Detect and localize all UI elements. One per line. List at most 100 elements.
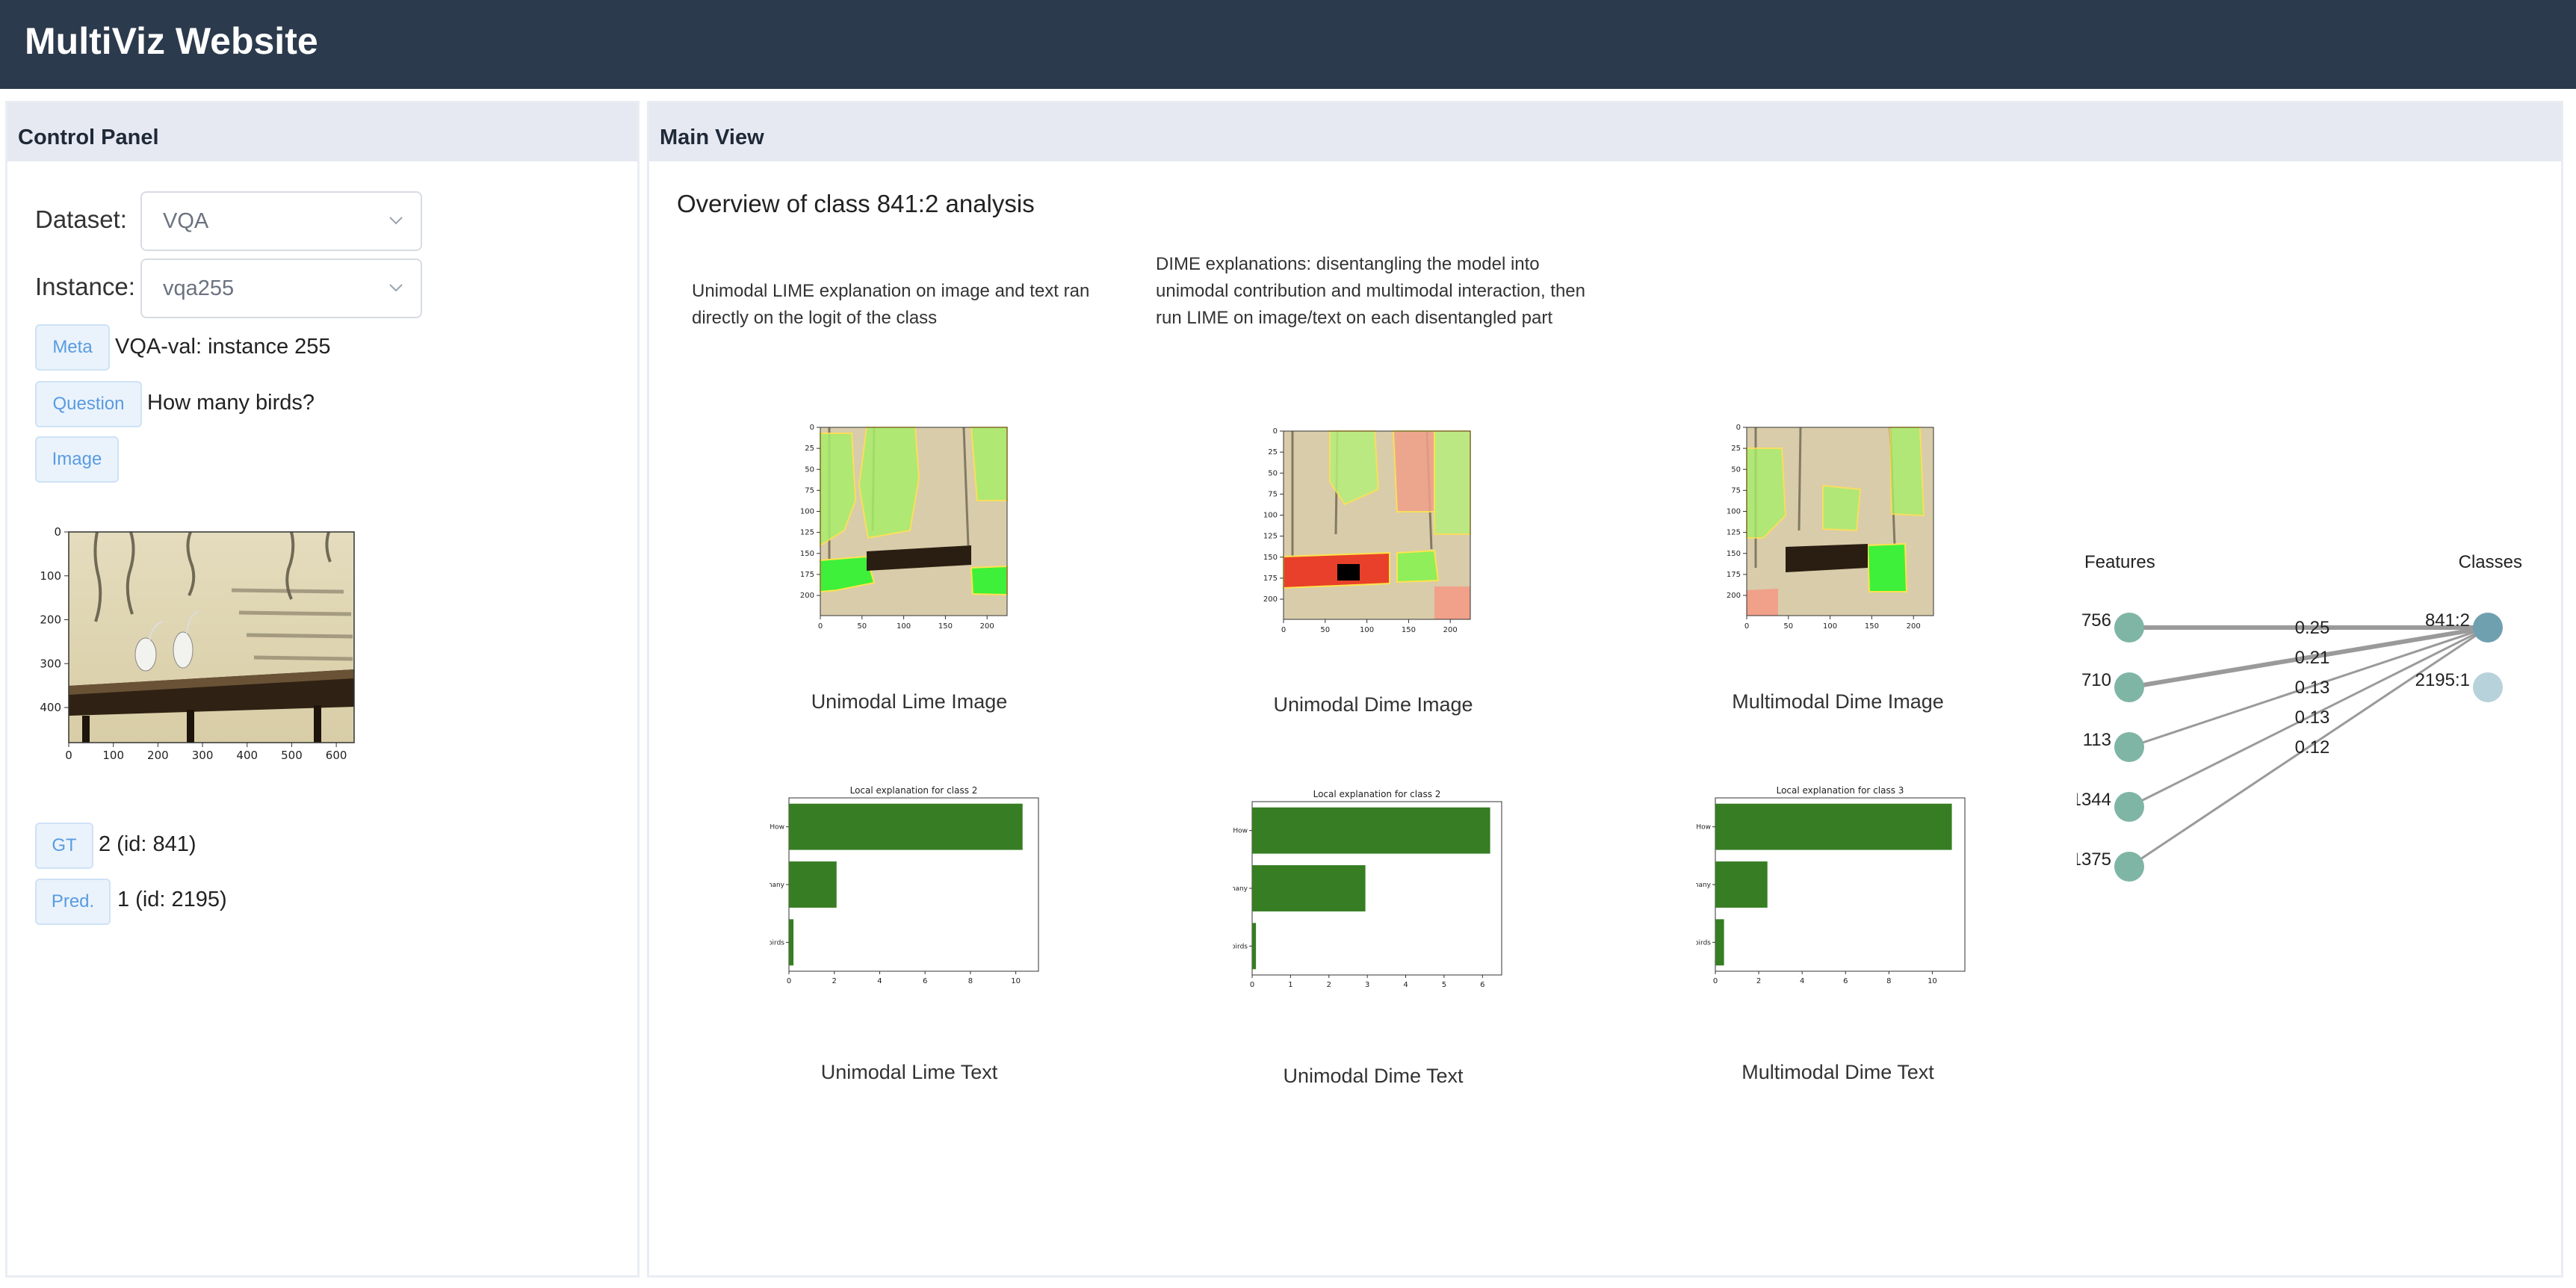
input-image-plot: 0 100 200 300 400 500 600 0 100 200 300 400	[40, 525, 355, 762]
heatmap-y-tick-label: 200	[1727, 592, 1741, 600]
heatmap-y-tick-label: 150	[1263, 554, 1278, 562]
chart-x-tick-label: 3	[1365, 981, 1369, 989]
chart-category-label: many	[1233, 885, 1248, 893]
unimodal-dime-image-heatmap: 0 50 100 150 200 0 25 50 75 100 125 150 175 200	[1263, 427, 1471, 634]
chart-x-tick-label: 2	[832, 977, 837, 985]
chevron-down-icon	[389, 284, 403, 292]
heatmap-y-tick-label: 175	[1263, 575, 1278, 583]
chart-title: Local explanation for class 2	[850, 785, 978, 796]
chart-x-tick-label: 8	[968, 977, 973, 985]
caption-unimodal-dime-image: Unimodal Dime Image	[1273, 693, 1473, 716]
heatmap-y-tick-label: 175	[800, 571, 814, 579]
chart-x-tick-label: 6	[923, 977, 927, 985]
chart-bar	[789, 861, 837, 908]
feature-node[interactable]	[2114, 672, 2144, 702]
instance-label: Instance:	[35, 273, 135, 300]
unimodal-lime-image-heatmap: 0 50 100 150 200 0 25 50 75 100 125 150 175 200	[800, 424, 1008, 631]
pred-value: 1 (id: 2195)	[117, 888, 227, 911]
dataset-select-value: VQA	[163, 209, 209, 233]
edge-weight-label: 0.13	[2295, 678, 2330, 698]
top-bar: MultiViz Website	[0, 0, 2576, 89]
image-y-tick-label: 0	[54, 525, 61, 539]
chart-x-tick-label: 10	[1928, 977, 1937, 985]
feature-node[interactable]	[2114, 852, 2144, 882]
feature-node-label: 1344	[2077, 790, 2111, 810]
feature-node[interactable]	[2114, 792, 2144, 822]
chart-x-tick-label: 4	[1403, 981, 1408, 989]
image-x-tick-label: 400	[236, 749, 258, 762]
gt-value: 2 (id: 841)	[99, 832, 196, 856]
instance-select[interactable]: vqa255	[140, 258, 422, 318]
feature-node-label: 113	[2083, 730, 2111, 750]
chart-title: Local explanation for class 3	[1777, 785, 1904, 796]
edge-weight-label: 0.13	[2295, 708, 2330, 728]
caption-unimodal-dime-text: Unimodal Dime Text	[1283, 1065, 1464, 1087]
heatmap-y-tick-label: 0	[810, 424, 814, 432]
heatmap-x-tick-label: 50	[1783, 622, 1793, 631]
heatmap-x-tick-label: 150	[1865, 622, 1879, 631]
chart-category-label: birds	[1233, 943, 1248, 950]
feature-node-label: 1375	[2077, 849, 2111, 870]
heatmap-y-tick-label: 25	[1268, 448, 1278, 456]
edge-weight-label: 0.25	[2295, 618, 2330, 638]
heatmap-y-tick-label: 50	[1731, 465, 1741, 474]
class-node[interactable]	[2473, 613, 2503, 643]
chart-bar	[789, 919, 794, 966]
features-label: Features	[2084, 552, 2155, 572]
image-x-tick-label: 600	[326, 749, 347, 762]
main-view-header: Main View	[649, 103, 2561, 161]
image-x-tick-label: 0	[65, 749, 72, 762]
multimodal-dime-text-chart: Local explanation for class 3 How many bird…	[1696, 785, 1966, 985]
chart-x-tick-label: 2	[1327, 981, 1331, 989]
feature-node[interactable]	[2114, 732, 2144, 762]
heatmap-y-tick-label: 75	[1268, 490, 1278, 498]
unimodal-lime-text-chart: Local explanation for class 2 How many bird…	[770, 785, 1039, 985]
chart-x-tick-label: 6	[1480, 981, 1484, 989]
heatmap-y-tick-label: 0	[1736, 424, 1741, 432]
heatmap-x-tick-label: 0	[1281, 626, 1286, 634]
chart-x-tick-label: 0	[787, 977, 791, 985]
heatmap-x-tick-label: 150	[1402, 626, 1416, 634]
chart-bar	[1252, 923, 1257, 970]
chart-x-tick-label: 8	[1886, 977, 1891, 985]
heatmap-y-tick-label: 75	[1731, 486, 1741, 495]
heatmap-x-tick-label: 100	[897, 622, 911, 631]
chart-bar	[789, 803, 1023, 850]
chart-bar	[1252, 865, 1366, 911]
chart-category-label: birds	[1696, 939, 1711, 947]
chart-category-label: birds	[770, 939, 784, 947]
image-x-tick-label: 100	[102, 749, 124, 762]
heatmap-y-tick-label: 125	[800, 529, 814, 537]
class-node[interactable]	[2473, 672, 2503, 702]
instance-select-value: vqa255	[163, 276, 235, 300]
dataset-select[interactable]: VQA	[140, 191, 422, 251]
meta-value: VQA-val: instance 255	[115, 335, 331, 359]
heatmap-x-tick-label: 100	[1823, 622, 1837, 631]
heatmap-y-tick-label: 200	[800, 592, 814, 600]
chart-bar	[1715, 919, 1724, 966]
image-y-tick-label: 200	[40, 613, 61, 627]
main-view-title: Main View	[660, 126, 764, 149]
chart-x-tick-label: 4	[877, 977, 882, 985]
image-y-tick-label: 100	[40, 569, 61, 583]
chart-x-tick-label: 2	[1756, 977, 1761, 985]
pred-tag: Pred.	[35, 879, 111, 925]
chart-x-tick-label: 10	[1011, 977, 1021, 985]
chart-x-tick-label: 6	[1843, 977, 1848, 985]
heatmap-y-tick-label: 0	[1273, 427, 1278, 436]
chart-category-label: How	[1233, 828, 1248, 835]
heatmap-y-tick-label: 100	[1263, 512, 1278, 520]
heatmap-x-tick-label: 150	[938, 622, 953, 631]
heatmap-x-tick-label: 50	[1320, 626, 1330, 634]
caption-unimodal-lime-text: Unimodal Lime Text	[820, 1061, 998, 1083]
lime-description: Unimodal LIME explanation on image and t…	[692, 281, 1090, 328]
heatmap-y-tick-label: 125	[1263, 533, 1278, 541]
chart-x-tick-label: 5	[1442, 981, 1446, 989]
chart-category-label: many	[770, 882, 785, 889]
chart-category-label: How	[1696, 824, 1711, 832]
class-node-label: 841:2	[2425, 610, 2470, 631]
heatmap-x-tick-label: 200	[980, 622, 994, 631]
app-title: MultiViz Website	[25, 20, 318, 62]
heatmap-y-tick-label: 125	[1727, 529, 1741, 537]
feature-node[interactable]	[2114, 613, 2144, 643]
